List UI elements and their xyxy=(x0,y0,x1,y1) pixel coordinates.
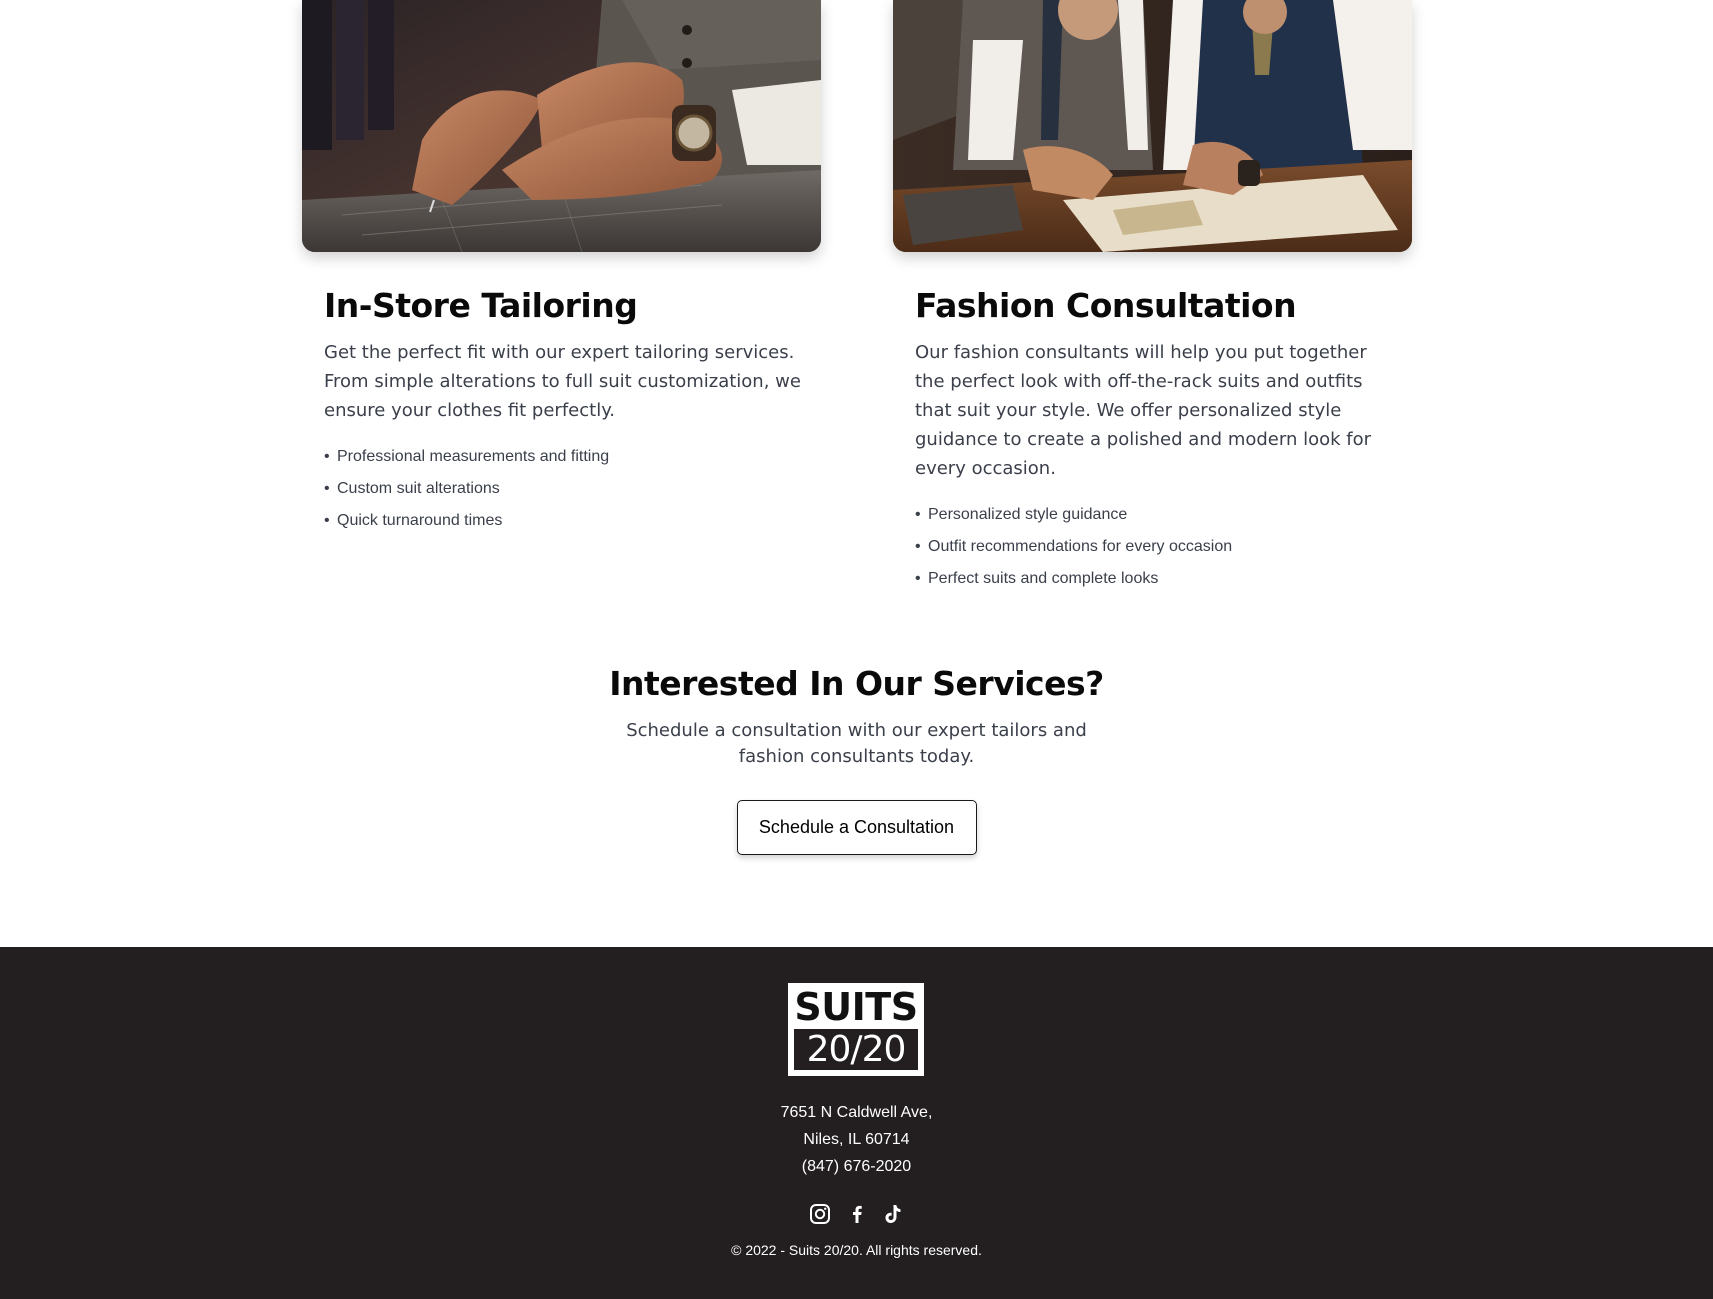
feature-item: • Quick turnaround times xyxy=(324,505,799,537)
tailoring-image xyxy=(302,0,821,252)
logo-text-top: SUITS xyxy=(794,985,918,1029)
copyright-text: © 2022 - Suits 20/20. All rights reserve… xyxy=(731,1242,982,1258)
feature-item: • Personalized style guidance xyxy=(915,499,1390,531)
consultation-photo xyxy=(893,0,1412,252)
tiktok-icon[interactable] xyxy=(882,1203,904,1230)
bullet-icon: • xyxy=(915,570,921,587)
logo-text-bottom: 20/20 xyxy=(794,1029,918,1070)
instagram-icon[interactable] xyxy=(809,1203,831,1230)
feature-list: • Personalized style guidance • Outfit rec… xyxy=(915,499,1390,595)
bullet-icon: • xyxy=(324,480,330,497)
phone-number[interactable]: (847) 676-2020 xyxy=(0,1153,1713,1180)
suits-2020-logo[interactable]: SUITS 20/20 xyxy=(788,983,924,1076)
feature-item: • Professional measurements and fitting xyxy=(324,441,799,473)
tailoring-photo xyxy=(302,0,821,252)
bullet-icon: • xyxy=(915,538,921,555)
footer-address: 7651 N Caldwell Ave, Niles, IL 60714 (84… xyxy=(0,1099,1713,1180)
address-line-2: Niles, IL 60714 xyxy=(803,1131,910,1148)
facebook-icon[interactable] xyxy=(846,1203,868,1230)
service-title: In-Store Tailoring xyxy=(324,286,638,325)
service-card-tailoring: In-Store Tailoring Get the perfect fit w… xyxy=(302,0,821,537)
bullet-icon: • xyxy=(915,506,921,523)
feature-item: • Perfect suits and complete looks xyxy=(915,563,1390,595)
address-line-1: 7651 N Caldwell Ave, xyxy=(780,1104,933,1121)
feature-list: • Professional measurements and fitting •… xyxy=(324,441,799,537)
social-links xyxy=(0,1203,1713,1230)
cta-text: Schedule a consultation with our expert … xyxy=(626,720,1087,767)
consultation-image xyxy=(893,0,1412,252)
service-description: Get the perfect fit with our expert tail… xyxy=(324,342,801,421)
bullet-icon: • xyxy=(324,448,330,465)
service-description: Our fashion consultants will help you pu… xyxy=(915,342,1372,479)
cta-section: Interested In Our Services? Schedule a c… xyxy=(0,664,1713,855)
service-card-consultation: Fashion Consultation Our fashion consult… xyxy=(893,0,1412,595)
bullet-icon: • xyxy=(324,512,330,529)
cta-title: Interested In Our Services? xyxy=(609,664,1104,703)
schedule-consultation-button[interactable]: Schedule a Consultation xyxy=(736,800,977,855)
feature-item: • Outfit recommendations for every occasi… xyxy=(915,531,1390,563)
feature-item: • Custom suit alterations xyxy=(324,473,799,505)
site-footer: SUITS 20/20 7651 N Caldwell Ave, Niles, … xyxy=(0,947,1713,1299)
service-title: Fashion Consultation xyxy=(915,286,1297,325)
